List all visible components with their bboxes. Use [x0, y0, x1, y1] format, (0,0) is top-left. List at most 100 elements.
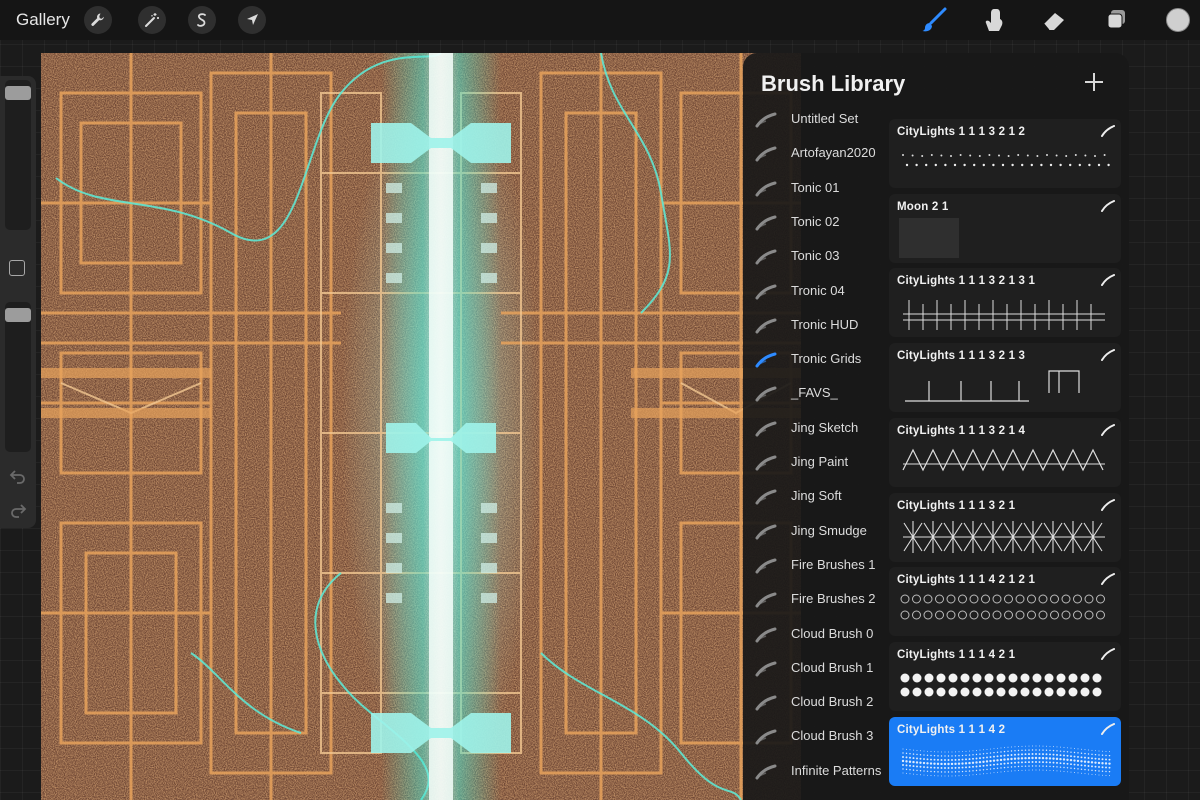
brush-set-stroke-icon	[755, 352, 777, 368]
brush-size-thumb[interactable]	[5, 86, 31, 100]
wrench-icon	[91, 13, 104, 26]
brush-stroke-icon	[1101, 274, 1115, 287]
brush-set-item[interactable]: Fire Brushes 1	[743, 551, 889, 581]
panel-title: Brush Library	[761, 71, 906, 96]
brush-set-stroke-icon	[755, 455, 777, 471]
brush-set-item[interactable]: Fire Brushes 2	[743, 585, 889, 615]
brush-set-item[interactable]: Tonic 01	[743, 174, 889, 204]
brush-set-item[interactable]: Jing Smudge	[743, 517, 889, 547]
selection-button[interactable]	[188, 6, 216, 34]
brush-set-item[interactable]: Infinite Patterns	[743, 757, 889, 787]
brush-set-item[interactable]: Jing Sketch	[743, 414, 889, 444]
brush-set-label: Jing Soft	[791, 488, 842, 504]
brush-set-label: Tronic HUD	[791, 316, 859, 332]
brush-set-stroke-icon	[755, 661, 777, 677]
brush-set-item[interactable]: Tronic Grids	[743, 345, 889, 375]
brush-set-stroke-icon	[755, 386, 777, 402]
brush-card[interactable]: CityLights 1 1 1 3 2 1 4	[889, 417, 1121, 487]
brush-preview	[903, 520, 1105, 553]
brush-set-item[interactable]: Cloud Brush 2	[743, 688, 889, 718]
brush-set-item[interactable]: Tronic HUD	[743, 311, 889, 341]
brush-name: CityLights 1 1 1 3 2 1 3 1	[897, 275, 1036, 288]
adjustments-button[interactable]	[138, 6, 166, 34]
smudge-tool-button[interactable]	[978, 4, 1010, 36]
redo-icon[interactable]	[8, 500, 28, 520]
brush-name: CityLights 1 1 1 4 2 1	[897, 648, 1016, 661]
magic-wand-icon	[145, 13, 159, 27]
brush-name: CityLights 1 1 1 3 2 1 3	[897, 350, 1026, 363]
brush-size-slider[interactable]	[5, 80, 31, 230]
smudge-finger-icon	[985, 9, 1003, 31]
brush-card[interactable]: CityLights 1 1 1 4 2 1 2 1	[889, 567, 1121, 637]
brush-set-item[interactable]: Tonic 02	[743, 208, 889, 238]
brush-set-item[interactable]: Artofayan2020	[743, 139, 889, 169]
brush-card[interactable]: CityLights 1 1 1 3 2 1 3	[889, 343, 1121, 413]
brush-set-label: Tonic 02	[791, 213, 840, 229]
brush-name: CityLights 1 1 1 3 2 1 2	[897, 126, 1026, 138]
brush-set-label: Cloud Brush 2	[791, 694, 874, 710]
plus-icon[interactable]	[1081, 69, 1107, 95]
brush-set-stroke-icon	[755, 592, 777, 608]
brush-preview	[901, 745, 1111, 777]
brush-set-stroke-icon	[755, 524, 777, 540]
brush-library-panel: Brush Library Untitled Set Artofayan2020 T…	[743, 53, 1129, 800]
brush-name: CityLights 1 1 1 3 2 1	[897, 499, 1016, 512]
brush-set-label: Cloud Brush 3	[791, 728, 874, 744]
brush-name: CityLights 1 1 1 4 2 1 2 1	[897, 574, 1036, 587]
brush-stroke-icon	[1101, 125, 1115, 137]
brush-stroke-icon	[1101, 573, 1115, 586]
brush-set-item[interactable]: Jing Paint	[743, 448, 889, 478]
brush-stroke-icon	[1101, 722, 1115, 735]
brush-card[interactable]: CityLights 1 1 1 3 2 1 3 1	[889, 268, 1121, 338]
brush-card[interactable]: CityLights 1 1 1 4 2	[889, 716, 1121, 786]
brush-card[interactable]: CityLights 1 1 1 3 2 1 2	[889, 119, 1121, 188]
brush-set-label: _FAVS_	[791, 385, 838, 401]
brush-card[interactable]: CityLights 1 1 1 4 2 1	[889, 641, 1121, 711]
brush-stroke-icon	[1101, 349, 1115, 362]
brush-set-item[interactable]: Tronic 04	[743, 277, 889, 307]
brush-set-stroke-icon	[755, 729, 777, 745]
brush-set-label: Tonic 03	[791, 248, 840, 264]
brush-set-stroke-icon	[755, 627, 777, 642]
brush-set-label: Jing Paint	[791, 454, 849, 469]
brush-set-stroke-icon	[755, 284, 777, 299]
opacity-thumb[interactable]	[5, 308, 31, 322]
brush-set-item[interactable]: Jing Soft	[743, 482, 889, 512]
opacity-slider[interactable]	[5, 302, 31, 452]
brush-set-label: Tonic 01	[791, 179, 840, 195]
undo-icon[interactable]	[8, 466, 28, 486]
brush-preview	[902, 154, 1110, 167]
drawing-canvas[interactable]	[41, 53, 801, 800]
brush-set-stroke-icon	[755, 181, 777, 197]
brush-name: CityLights 1 1 1 3 2 1 4	[897, 424, 1026, 437]
brush-set-item[interactable]: _FAVS_	[743, 379, 889, 409]
brush-set-label: Artofayan2020	[791, 145, 876, 161]
transform-button[interactable]	[238, 6, 266, 34]
brush-set-item[interactable]: Cloud Brush 3	[743, 722, 889, 752]
eraser-tool-button[interactable]	[1038, 4, 1070, 36]
brush-set-label: Cloud Brush 0	[791, 625, 874, 641]
layers-button[interactable]	[1100, 4, 1132, 36]
color-picker-button[interactable]	[1166, 8, 1190, 32]
brush-set-item[interactable]: Cloud Brush 0	[743, 620, 889, 650]
actions-button[interactable]	[84, 6, 112, 34]
brush-set-item[interactable]: Untitled Set	[743, 105, 889, 135]
brush-card[interactable]: Moon 2 1	[889, 193, 1121, 263]
brush-card[interactable]: CityLights 1 1 1 3 2 1	[889, 492, 1121, 562]
brush-set-item[interactable]: Tonic 03	[743, 242, 889, 272]
brush-set-item[interactable]: Cloud Brush 1	[743, 654, 889, 684]
brush-set-label: Tronic 04	[791, 282, 845, 298]
square-modify-icon[interactable]	[9, 260, 25, 276]
brush-tool-button[interactable]	[918, 4, 950, 36]
brush-stroke-icon	[1101, 423, 1115, 436]
brush-set-stroke-icon	[755, 146, 777, 162]
brush-set-stroke-icon	[755, 318, 777, 334]
brush-set-label: Jing Sketch	[791, 419, 859, 435]
brush-set-label: Jing Smudge	[791, 522, 867, 538]
brush-preview	[900, 594, 1105, 620]
gallery-button[interactable]: Gallery	[16, 10, 70, 30]
brush-stroke-icon	[1101, 498, 1115, 511]
brush-preview	[900, 673, 1102, 697]
brush-set-stroke-icon	[755, 489, 777, 505]
brush-name: Moon 2 1	[897, 200, 949, 213]
